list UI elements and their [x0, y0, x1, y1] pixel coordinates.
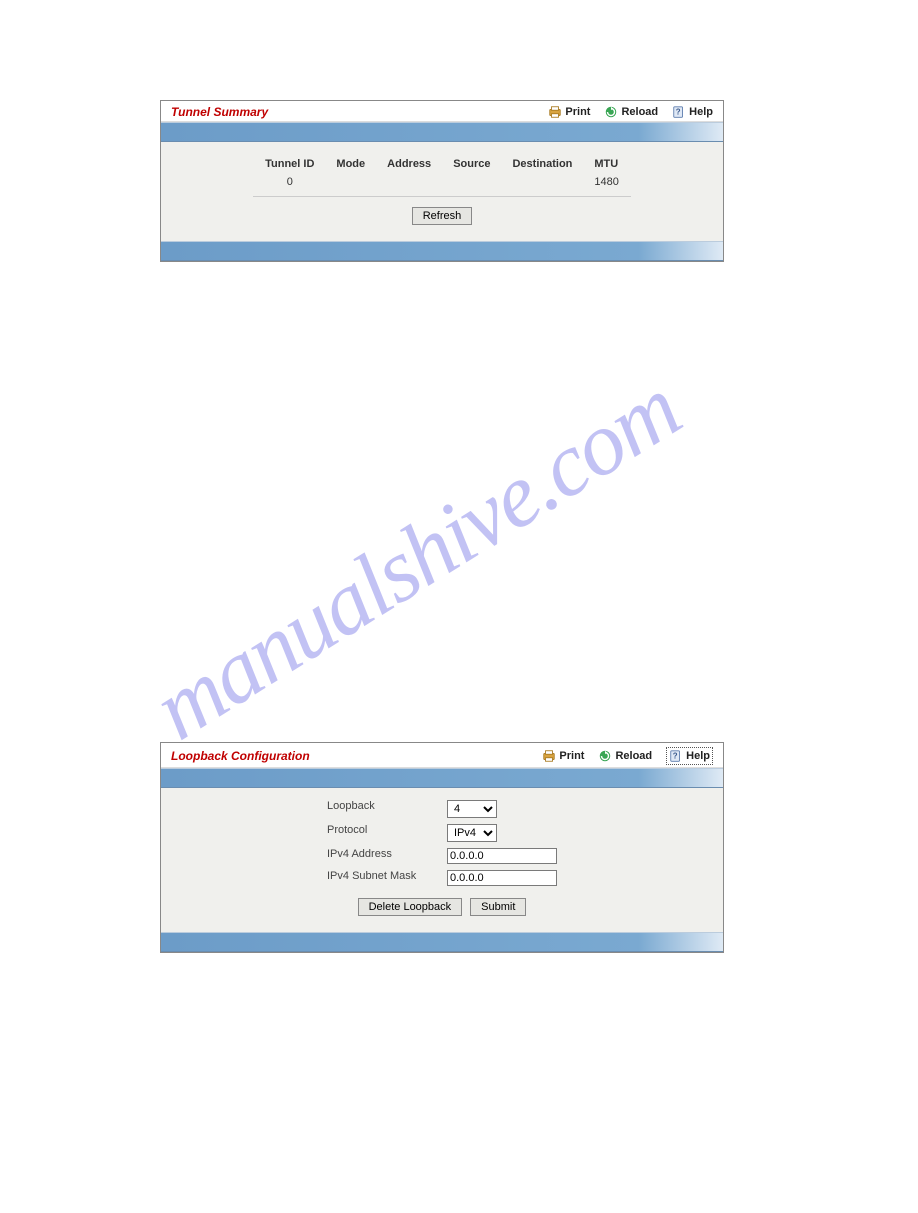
panel-body: Tunnel ID Mode Address Source Destinatio… — [161, 142, 723, 241]
reload-icon — [598, 749, 612, 763]
refresh-button[interactable]: Refresh — [412, 207, 473, 225]
help-button[interactable]: ? Help — [672, 105, 713, 119]
protocol-label: Protocol — [327, 824, 437, 842]
cell-address — [377, 174, 441, 190]
panel-header: Loopback Configuration Print Reload ? He… — [161, 743, 723, 768]
table-row: 0 1480 — [255, 174, 629, 190]
divider — [253, 196, 631, 197]
print-label: Print — [559, 750, 584, 762]
cell-tunnel-id: 0 — [255, 174, 324, 190]
decorative-bar — [161, 932, 723, 952]
ipv4mask-input[interactable] — [447, 870, 557, 886]
loopback-select[interactable]: 4 — [447, 800, 497, 818]
tunnel-summary-panel: Tunnel Summary Print Reload ? Help — [160, 100, 724, 262]
decorative-bar — [161, 241, 723, 261]
panel-title: Loopback Configuration — [171, 749, 528, 763]
print-button[interactable]: Print — [548, 105, 590, 119]
tunnel-table: Tunnel ID Mode Address Source Destinatio… — [253, 154, 631, 192]
cell-source — [443, 174, 500, 190]
reload-button[interactable]: Reload — [598, 749, 652, 763]
submit-button[interactable]: Submit — [470, 898, 526, 916]
cell-destination — [502, 174, 582, 190]
svg-text:?: ? — [673, 752, 678, 761]
panel-body: Loopback 4 Protocol IPv4 IPv4 Address IP… — [161, 788, 723, 932]
col-address: Address — [377, 156, 441, 172]
col-mtu: MTU — [584, 156, 628, 172]
loopback-label: Loopback — [327, 800, 437, 818]
help-button[interactable]: ? Help — [666, 747, 713, 765]
col-destination: Destination — [502, 156, 582, 172]
reload-button[interactable]: Reload — [604, 105, 658, 119]
col-source: Source — [443, 156, 500, 172]
panel-title: Tunnel Summary — [171, 105, 534, 119]
help-label: Help — [686, 750, 710, 762]
help-icon: ? — [669, 749, 683, 763]
print-button[interactable]: Print — [542, 749, 584, 763]
print-label: Print — [565, 106, 590, 118]
col-tunnel-id: Tunnel ID — [255, 156, 324, 172]
reload-label: Reload — [615, 750, 652, 762]
watermark-text: manualshive.com — [136, 302, 784, 760]
protocol-select[interactable]: IPv4 — [447, 824, 497, 842]
delete-loopback-button[interactable]: Delete Loopback — [358, 898, 463, 916]
panel-header: Tunnel Summary Print Reload ? Help — [161, 101, 723, 122]
print-icon — [548, 105, 562, 119]
ipv4addr-input[interactable] — [447, 848, 557, 864]
reload-icon — [604, 105, 618, 119]
col-mode: Mode — [326, 156, 375, 172]
cell-mtu: 1480 — [584, 174, 628, 190]
help-icon: ? — [672, 105, 686, 119]
ipv4mask-label: IPv4 Subnet Mask — [327, 870, 437, 886]
decorative-bar — [161, 768, 723, 788]
svg-text:?: ? — [676, 108, 681, 117]
loopback-config-panel: Loopback Configuration Print Reload ? He… — [160, 742, 724, 953]
cell-mode — [326, 174, 375, 190]
decorative-bar — [161, 122, 723, 142]
reload-label: Reload — [621, 106, 658, 118]
ipv4addr-label: IPv4 Address — [327, 848, 437, 864]
help-label: Help — [689, 106, 713, 118]
print-icon — [542, 749, 556, 763]
